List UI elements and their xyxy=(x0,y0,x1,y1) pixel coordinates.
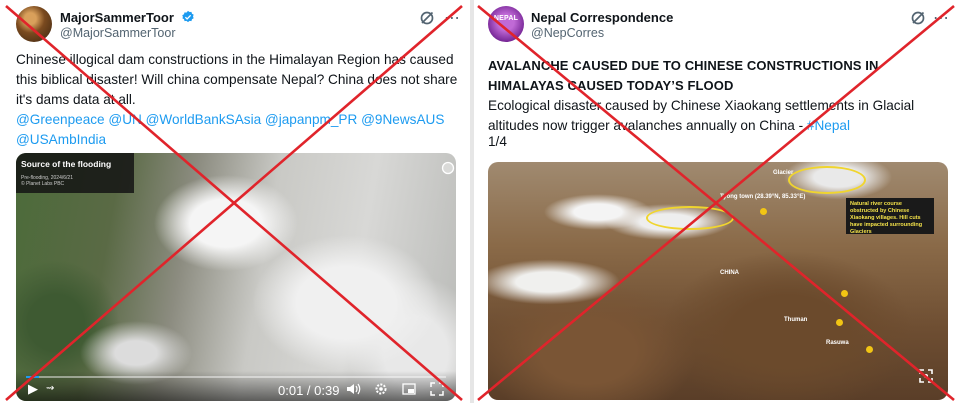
video-progress-fill xyxy=(26,376,39,378)
post-text: Chinese illogical dam constructions in t… xyxy=(16,50,461,150)
grok-icon[interactable] xyxy=(419,10,435,26)
display-name-text[interactable]: MajorSammerToor xyxy=(60,10,174,25)
video-time: 0:01 / 0:39 xyxy=(278,383,340,398)
post-headline: AVALANCHE CAUSED DUE TO CHINESE CONSTRUC… xyxy=(488,58,879,93)
mention-links[interactable]: @Greenpeace @UN @WorldBankSAsia @japanpm… xyxy=(16,112,444,147)
grok-icon[interactable] xyxy=(910,10,926,26)
fullscreen-icon[interactable] xyxy=(430,382,444,396)
map-pin xyxy=(866,346,873,353)
more-icon[interactable]: ⋯ xyxy=(933,8,950,28)
verified-badge-icon xyxy=(181,10,194,23)
map-label-glacier: Glacier xyxy=(773,170,794,176)
map-image[interactable]: Glacier Tyong town (28.39°N, 85.33°E) CH… xyxy=(488,162,948,400)
volume-icon[interactable] xyxy=(346,382,361,396)
settings-icon[interactable] xyxy=(374,382,388,396)
display-name[interactable]: MajorSammerToor xyxy=(60,10,195,25)
map-pin xyxy=(841,290,848,297)
hashtag-link[interactable]: #Nepal xyxy=(807,118,850,133)
settlement-highlight xyxy=(646,206,734,230)
post-text: Ecological disaster caused by Chinese Xi… xyxy=(488,96,953,136)
video-progress-bar[interactable] xyxy=(26,376,446,378)
video-caption-tag: Source of the flooding Pre-flooding, 202… xyxy=(16,153,134,193)
video-caption-title: Source of the flooding xyxy=(21,159,112,169)
play-icon[interactable]: ▶ xyxy=(28,381,38,397)
video-caption-sub: Pre-flooding, 2024/6/21 © Planet Labs PB… xyxy=(21,175,73,187)
video-controls: ▶ ⇝ 0:01 / 0:39 xyxy=(16,371,456,401)
post-text-body: Ecological disaster caused by Chinese Xi… xyxy=(488,98,915,133)
map-callout: Natural river course obstructed by Chine… xyxy=(846,198,934,235)
glacier-highlight xyxy=(788,166,866,194)
picture-in-picture-icon[interactable] xyxy=(402,382,417,396)
map-label-rasuwa: Rasuwa xyxy=(826,340,849,346)
map-label-town: Tyong town (28.39°N, 85.33°E) xyxy=(720,194,806,200)
map-label-china: CHINA xyxy=(720,270,739,276)
handle[interactable]: @NepCorres xyxy=(531,26,604,40)
video-caption-credit: © Planet Labs PBC xyxy=(21,181,65,187)
video-player[interactable]: Source of the flooding Pre-flooding, 202… xyxy=(16,153,456,401)
map-pin xyxy=(836,319,843,326)
video-gif-icon[interactable] xyxy=(441,161,455,175)
display-name[interactable]: Nepal Correspondence xyxy=(531,10,673,25)
map-label-thuman: Thuman xyxy=(784,317,808,323)
more-icon[interactable]: ⋯ xyxy=(444,8,461,28)
left-post: MajorSammerToor @MajorSammerToor ⋯ Chine… xyxy=(0,0,470,403)
image-zoom-icon[interactable] xyxy=(918,368,934,384)
avatar[interactable] xyxy=(16,6,52,42)
avatar[interactable]: NEPAL xyxy=(488,6,524,42)
right-post: NEPAL Nepal Correspondence @NepCorres ⋯ … xyxy=(474,0,960,403)
map-pin xyxy=(760,208,767,215)
avatar-label: NEPAL xyxy=(493,15,519,22)
post-text-body: Chinese illogical dam constructions in t… xyxy=(16,52,458,107)
handle[interactable]: @MajorSammerToor xyxy=(60,26,176,40)
thread-counter: 1/4 xyxy=(488,134,507,149)
forward-icon[interactable]: ⇝ xyxy=(46,383,54,394)
